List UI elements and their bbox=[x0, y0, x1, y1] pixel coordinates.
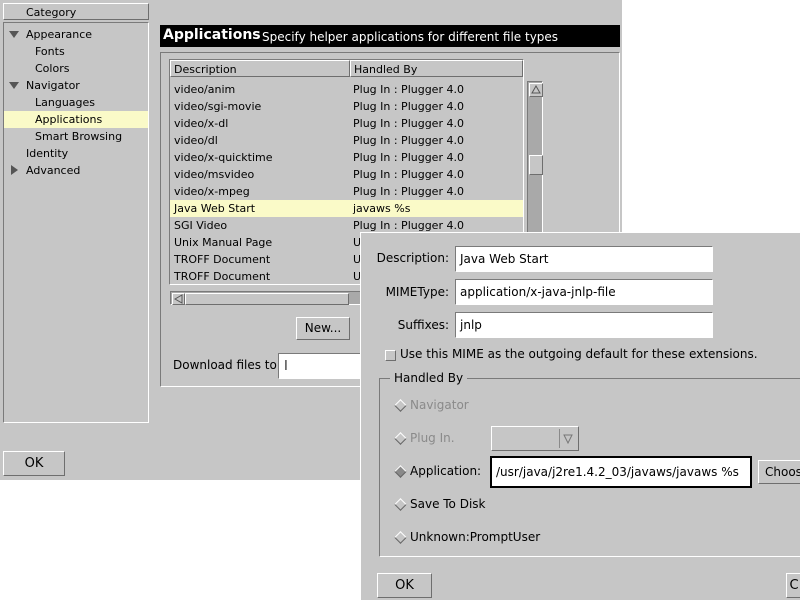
arrow-left-icon bbox=[173, 294, 183, 304]
option-unknown-label: Unknown:PromptUser bbox=[410, 530, 541, 544]
table-row[interactable]: video/msvideo Plug In : Plugger 4.0 bbox=[170, 166, 523, 183]
description-field[interactable]: Java Web Start bbox=[455, 246, 713, 272]
expand-down-icon[interactable] bbox=[9, 31, 19, 38]
option-save-to-disk-label: Save To Disk bbox=[410, 497, 486, 511]
column-header-handled-by[interactable]: Handled By bbox=[350, 60, 523, 77]
new-button[interactable]: New... bbox=[296, 317, 350, 340]
tree-item-label: Appearance bbox=[26, 28, 93, 41]
table-row[interactable]: video/x-mpeg Plug In : Plugger 4.0 bbox=[170, 183, 523, 200]
edit-type-dialog: Description: Java Web Start MIMEType: ap… bbox=[360, 232, 800, 600]
scroll-thumb[interactable] bbox=[529, 155, 543, 175]
option-plugin-label: Plug In. bbox=[410, 431, 455, 445]
mimetype-field[interactable]: application/x-java-jnlp-file bbox=[455, 279, 713, 305]
tree-item-languages[interactable]: Languages bbox=[4, 94, 148, 111]
table-row-selected[interactable]: Java Web Start javaws %s bbox=[170, 200, 523, 217]
handled-by-title: Handled By bbox=[390, 371, 468, 385]
table-row[interactable]: video/anim Plug In : Plugger 4.0 bbox=[170, 81, 523, 98]
dialog-cancel-button[interactable]: C bbox=[786, 573, 800, 598]
download-label: Download files to: bbox=[173, 358, 281, 372]
table-row[interactable]: video/x-dl Plug In : Plugger 4.0 bbox=[170, 115, 523, 132]
tree-item-label: Smart Browsing bbox=[35, 130, 123, 143]
expand-right-icon[interactable] bbox=[11, 165, 18, 175]
category-tree: Appearance Fonts Colors Navigator Langua… bbox=[3, 22, 149, 423]
tree-item-colors[interactable]: Colors bbox=[4, 60, 148, 77]
tree-item-applications[interactable]: Applications bbox=[4, 111, 148, 128]
text-cursor-icon: I bbox=[284, 359, 288, 374]
table-row[interactable]: video/x-quicktime Plug In : Plugger 4.0 bbox=[170, 149, 523, 166]
tree-item-label: Identity bbox=[26, 147, 69, 160]
mimetype-label: MIMEType: bbox=[385, 285, 449, 299]
tree-item-navigator[interactable]: Navigator bbox=[4, 77, 148, 94]
tree-item-fonts[interactable]: Fonts bbox=[4, 43, 148, 60]
banner-title: Applications bbox=[163, 27, 261, 43]
suffixes-label: Suffixes: bbox=[397, 318, 449, 332]
banner-subtitle: Specify helper applications for differen… bbox=[262, 30, 559, 44]
expand-down-icon[interactable] bbox=[9, 82, 19, 89]
dialog-ok-button[interactable]: OK bbox=[377, 573, 432, 598]
tree-item-label: Advanced bbox=[26, 164, 81, 177]
scroll-up-button[interactable] bbox=[529, 83, 543, 97]
choose-button[interactable]: Choos bbox=[758, 460, 800, 484]
tree-item-smart-browsing[interactable]: Smart Browsing bbox=[4, 128, 148, 145]
table-row[interactable]: video/dl Plug In : Plugger 4.0 bbox=[170, 132, 523, 149]
tree-item-label: Colors bbox=[35, 62, 70, 75]
tree-item-label: Fonts bbox=[35, 45, 65, 58]
category-header-label: Category bbox=[26, 6, 77, 19]
option-navigator-label: Navigator bbox=[410, 398, 469, 412]
arrow-up-icon bbox=[531, 84, 541, 94]
tree-item-identity[interactable]: Identity bbox=[4, 145, 148, 162]
ok-button[interactable]: OK bbox=[3, 451, 65, 476]
application-command-field[interactable]: /usr/java/j2re1.4.2_03/javaws/javaws %s bbox=[490, 456, 752, 488]
default-mime-checkbox[interactable] bbox=[385, 350, 396, 361]
scroll-thumb[interactable] bbox=[185, 293, 349, 305]
tree-item-label: Applications bbox=[35, 113, 103, 126]
chevron-down-icon bbox=[563, 434, 573, 445]
table-row[interactable]: video/sgi-movie Plug In : Plugger 4.0 bbox=[170, 98, 523, 115]
tree-item-appearance[interactable]: Appearance bbox=[4, 26, 148, 43]
tree-item-label: Navigator bbox=[26, 79, 80, 92]
section-banner: Applications Specify helper applications… bbox=[160, 25, 620, 47]
scroll-left-button[interactable] bbox=[172, 293, 185, 305]
column-header-description[interactable]: Description bbox=[170, 60, 350, 77]
suffixes-field[interactable]: jnlp bbox=[455, 312, 713, 338]
option-application-label: Application: bbox=[410, 464, 482, 478]
plugin-select[interactable] bbox=[491, 426, 579, 451]
tree-item-advanced[interactable]: Advanced bbox=[4, 162, 148, 179]
tree-item-label: Languages bbox=[35, 96, 96, 109]
category-column-header[interactable]: Category bbox=[3, 3, 149, 20]
default-mime-checkbox-label: Use this MIME as the outgoing default fo… bbox=[400, 347, 758, 361]
description-label: Description: bbox=[376, 251, 449, 265]
